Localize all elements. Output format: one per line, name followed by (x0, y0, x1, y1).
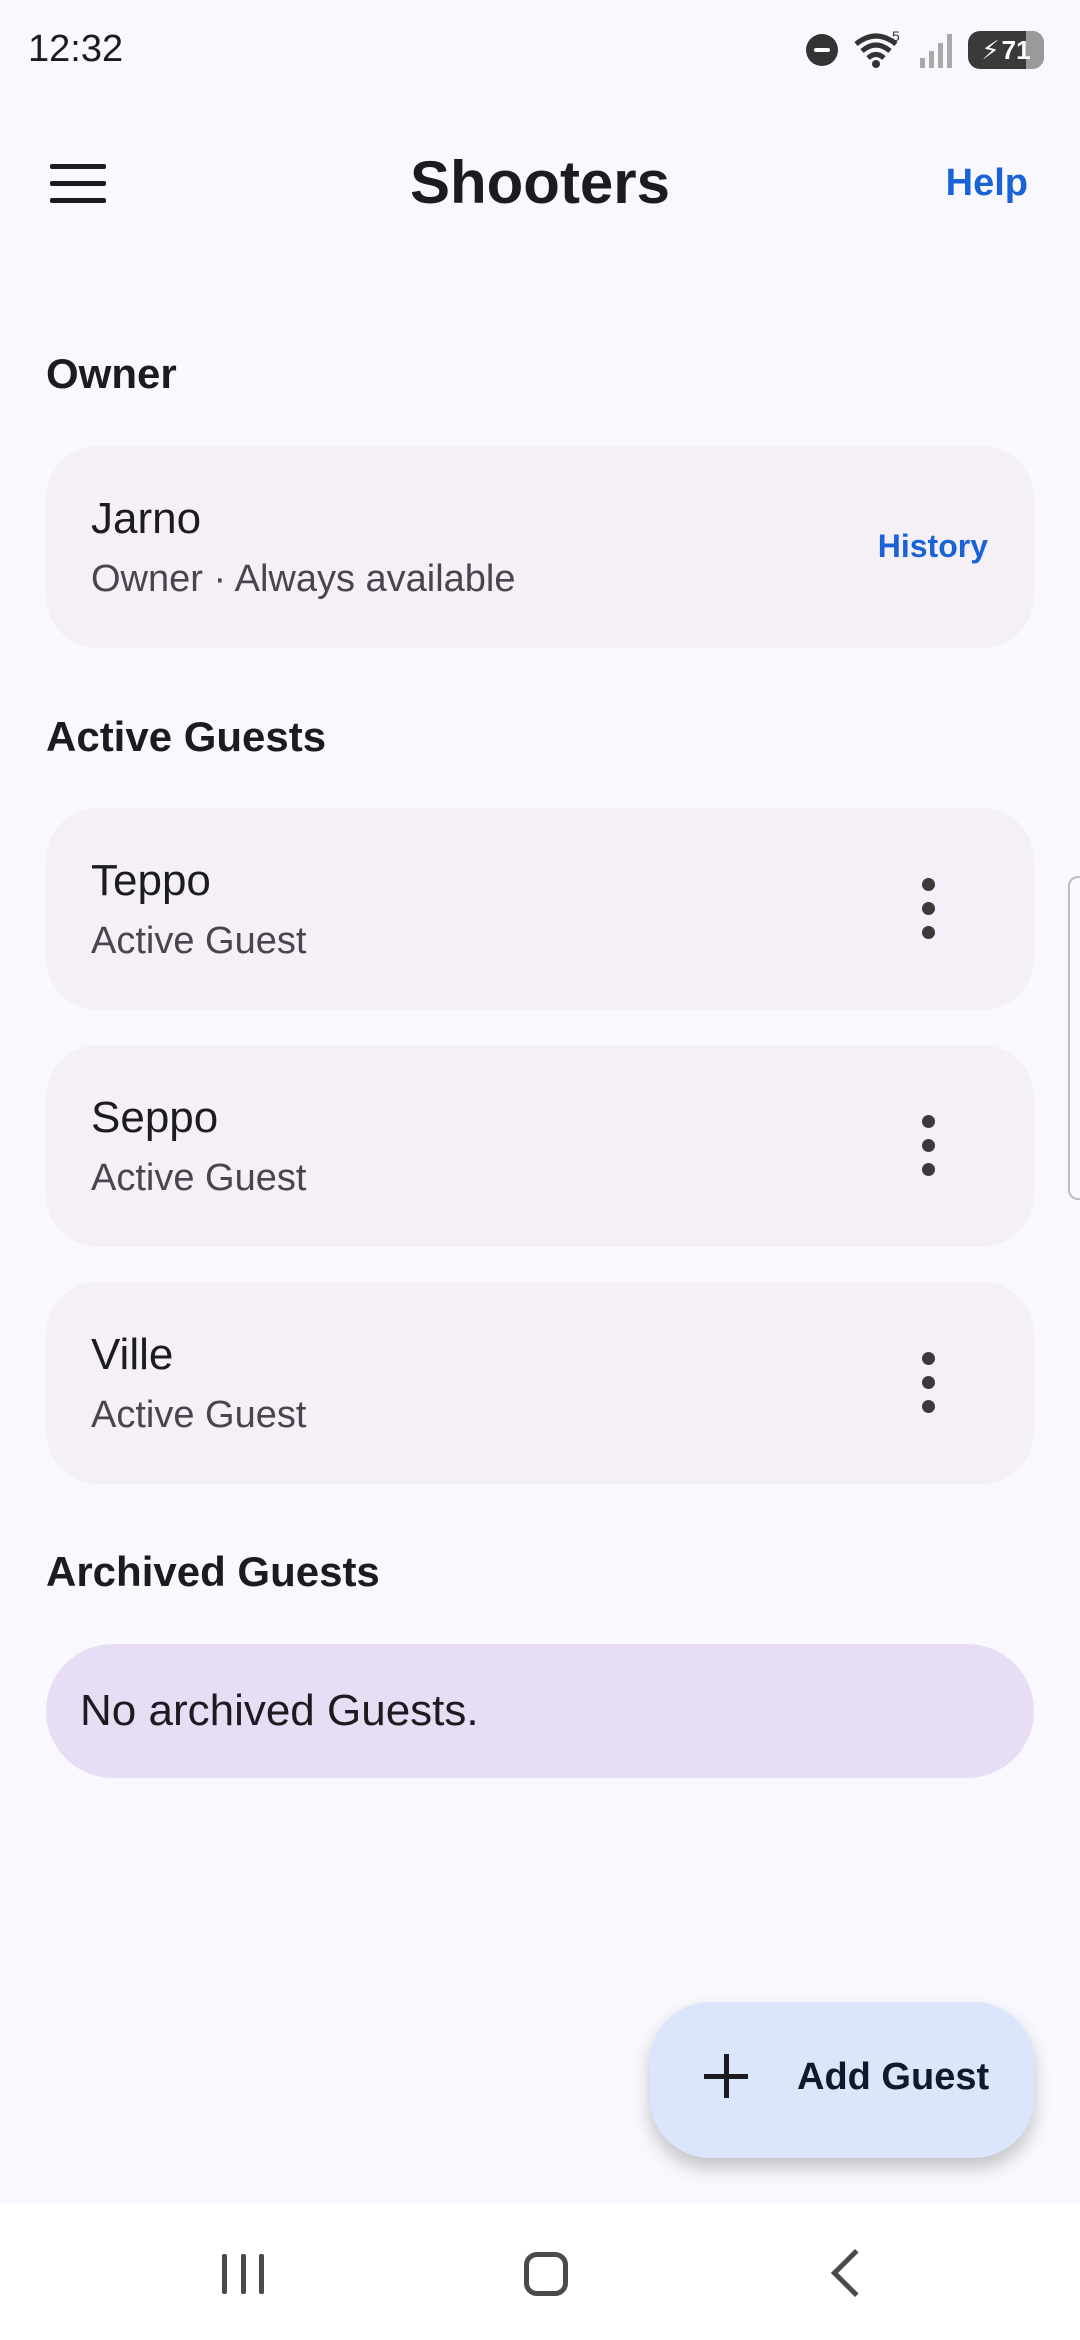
do-not-disturb-icon (806, 34, 838, 66)
app-bar: Shooters Help (0, 120, 1080, 250)
history-button[interactable]: History (878, 528, 988, 565)
navigation-bar (0, 2204, 1080, 2340)
guest-subtitle: Active Guest (91, 920, 307, 962)
wifi-badge: 5 (892, 30, 900, 44)
active-guests-section-title: Active Guests (46, 713, 327, 760)
plus-icon (704, 2054, 748, 2098)
more-options-icon[interactable] (922, 1352, 936, 1414)
signal-icon (920, 34, 952, 68)
more-options-icon[interactable] (922, 1115, 936, 1177)
archived-empty-card: No archived Guests. (46, 1644, 1034, 1778)
add-guest-label: Add Guest (797, 2056, 990, 2098)
owner-subtitle: Owner · Always available (91, 558, 516, 600)
wifi-icon: 5 (854, 30, 900, 68)
guest-card-seppo[interactable]: Seppo Active Guest (46, 1045, 1034, 1247)
owner-section-title: Owner (46, 350, 177, 397)
bolt-icon: ⚡ (981, 34, 1000, 65)
guest-name: Ville (91, 1330, 174, 1379)
owner-card[interactable]: Jarno Owner · Always available History (46, 446, 1034, 648)
battery-level: 71 (1001, 34, 1031, 65)
page-title: Shooters (409, 149, 671, 216)
status-bar: 12:32 5 ⚡ 71 (0, 0, 1080, 100)
owner-name: Jarno (91, 494, 202, 543)
guest-name: Seppo (91, 1093, 219, 1142)
guest-subtitle: Active Guest (91, 1394, 307, 1436)
more-options-icon[interactable] (922, 878, 936, 940)
battery-charging-icon: ⚡ 71 (968, 31, 1044, 69)
help-button[interactable]: Help (946, 162, 1028, 205)
guest-card-ville[interactable]: Ville Active Guest (46, 1282, 1034, 1484)
archived-guests-section-title: Archived Guests (46, 1548, 380, 1595)
back-icon[interactable] (830, 2248, 880, 2298)
status-time: 12:32 (28, 28, 124, 70)
archived-empty-text: No archived Guests. (80, 1686, 479, 1735)
edge-panel-handle[interactable] (1068, 876, 1080, 1200)
home-icon[interactable] (524, 2252, 568, 2296)
add-guest-button[interactable]: Add Guest (650, 2002, 1034, 2158)
recents-icon[interactable] (222, 2254, 264, 2294)
guest-subtitle: Active Guest (91, 1157, 307, 1199)
guest-name: Teppo (91, 856, 211, 905)
status-icons: 5 ⚡ 71 (806, 30, 1044, 70)
guest-card-teppo[interactable]: Teppo Active Guest (46, 808, 1034, 1010)
